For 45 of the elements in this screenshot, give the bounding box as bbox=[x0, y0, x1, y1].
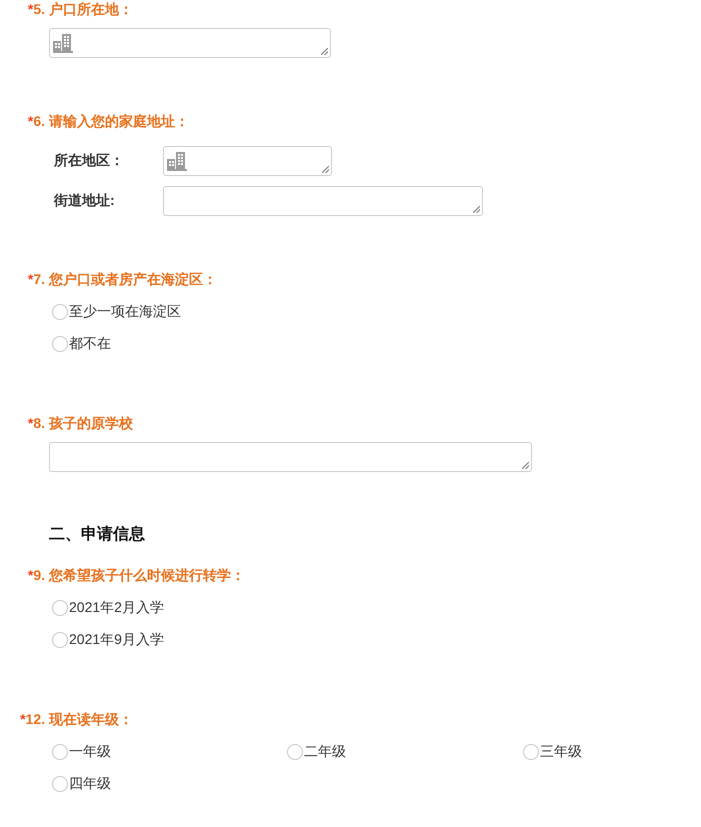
field-label: 所在地区： bbox=[54, 152, 125, 170]
required-mark: * bbox=[20, 710, 26, 728]
region-field[interactable] bbox=[49, 28, 331, 58]
question-number: 8. bbox=[33, 414, 45, 432]
building-icon bbox=[167, 151, 187, 171]
radio-button[interactable] bbox=[287, 744, 303, 760]
option-label[interactable]: 二年级 bbox=[304, 743, 346, 761]
radio-button[interactable] bbox=[52, 336, 68, 352]
radio-button[interactable] bbox=[523, 744, 539, 760]
question-title: 孩子的原学校 bbox=[49, 414, 133, 432]
radio-button[interactable] bbox=[52, 776, 68, 792]
question-title: 现在读年级： bbox=[49, 710, 133, 728]
question-number: 9. bbox=[33, 566, 45, 584]
option-label[interactable]: 一年级 bbox=[69, 743, 111, 761]
required-mark: * bbox=[28, 566, 34, 584]
question-title: 请输入您的家庭地址： bbox=[49, 112, 189, 130]
resize-grip-icon[interactable] bbox=[473, 206, 480, 213]
option-label[interactable]: 2021年9月入学 bbox=[69, 631, 164, 649]
resize-grip-icon[interactable] bbox=[321, 48, 328, 55]
section-heading: 二、申请信息 bbox=[49, 526, 145, 544]
option-label[interactable]: 都不在 bbox=[69, 335, 111, 353]
field-label: 街道地址: bbox=[54, 192, 116, 210]
question-title: 您希望孩子什么时候进行转学： bbox=[49, 566, 245, 584]
question-title: 户口所在地： bbox=[49, 0, 133, 18]
region-field[interactable] bbox=[163, 146, 332, 176]
question-number: 5. bbox=[33, 0, 45, 18]
resize-grip-icon[interactable] bbox=[522, 462, 529, 469]
building-icon bbox=[53, 33, 73, 53]
required-mark: * bbox=[28, 0, 34, 18]
option-label[interactable]: 三年级 bbox=[540, 743, 582, 761]
question-number: 6. bbox=[33, 112, 45, 130]
option-label[interactable]: 至少一项在海淀区 bbox=[69, 303, 181, 321]
radio-button[interactable] bbox=[52, 744, 68, 760]
radio-button[interactable] bbox=[52, 632, 68, 648]
radio-button[interactable] bbox=[52, 600, 68, 616]
question-number: 12. bbox=[26, 710, 45, 728]
required-mark: * bbox=[28, 112, 34, 130]
option-label[interactable]: 2021年2月入学 bbox=[69, 599, 164, 617]
resize-grip-icon[interactable] bbox=[322, 166, 329, 173]
required-mark: * bbox=[28, 414, 34, 432]
option-label[interactable]: 四年级 bbox=[69, 775, 111, 793]
required-mark: * bbox=[28, 270, 34, 288]
radio-button[interactable] bbox=[52, 304, 68, 320]
question-number: 7. bbox=[33, 270, 45, 288]
question-title: 您户口或者房产在海淀区： bbox=[49, 270, 217, 288]
